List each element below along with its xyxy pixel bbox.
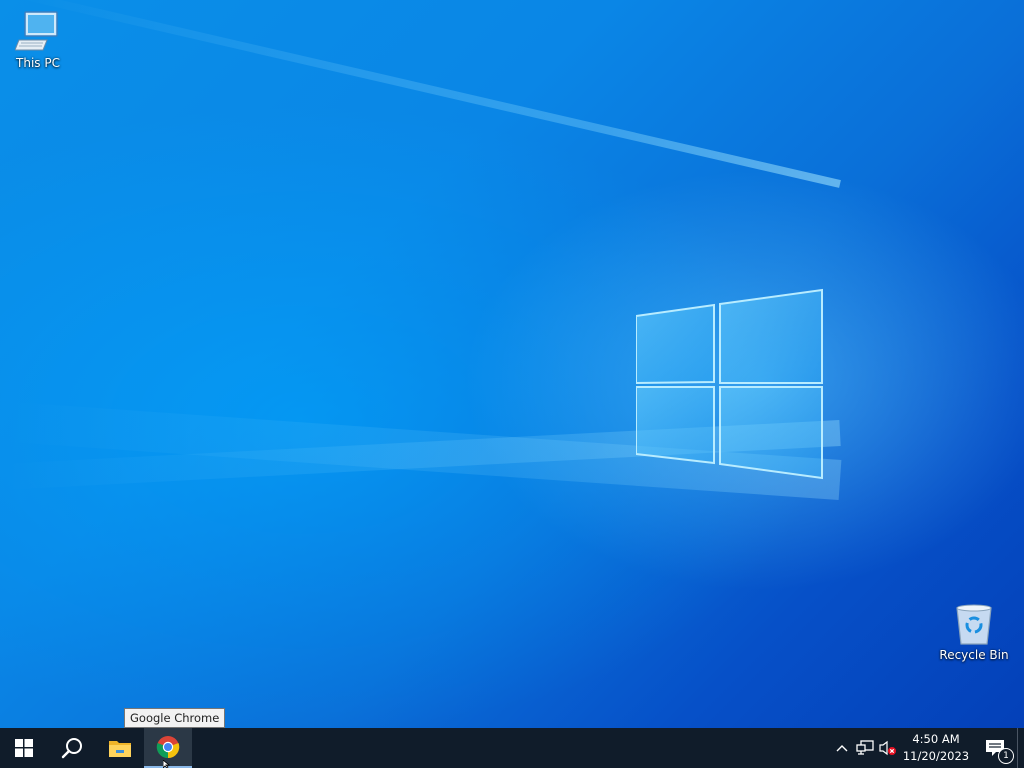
search-button[interactable] [48,728,96,768]
volume-muted-icon [879,740,896,756]
clock-time: 4:50 AM [912,732,960,746]
chrome-tooltip: Google Chrome [124,708,226,728]
start-button[interactable] [0,728,48,768]
taskbar: 4:50 AM 11/20/2023 1 [0,728,1024,768]
show-desktop-button[interactable] [1017,728,1024,768]
recycle-bin-icon-shortcut[interactable]: Recycle Bin [936,602,1012,662]
clock-date: 11/20/2023 [902,749,970,763]
volume-button[interactable] [877,728,899,768]
this-pc-icon-shortcut[interactable]: This PC [0,8,76,70]
network-button[interactable] [853,728,877,768]
recycle-bin-icon [956,604,992,645]
chrome-icon [156,736,180,759]
system-tray: 4:50 AM 11/20/2023 1 [831,728,1024,768]
network-icon [856,740,874,755]
desktop-wallpaper: This PC Recycle Bin Google Chrome [0,0,1024,728]
windows-logo-icon [15,739,33,757]
chevron-up-icon [836,745,848,752]
show-hidden-icons-button[interactable] [831,728,853,768]
notification-count-badge: 1 [998,748,1014,764]
recycle-bin-label: Recycle Bin [939,648,1009,662]
action-center-button[interactable]: 1 [973,728,1017,768]
search-icon [61,738,82,759]
this-pc-label: This PC [16,56,60,70]
clock[interactable]: 4:50 AM 11/20/2023 [899,728,973,768]
mouse-cursor-icon [163,760,171,768]
computer-icon [15,11,58,51]
folder-icon [109,741,131,757]
wallpaper-light-beam [20,0,841,188]
file-explorer-button[interactable] [96,728,144,768]
wallpaper-windows-logo [636,288,823,480]
